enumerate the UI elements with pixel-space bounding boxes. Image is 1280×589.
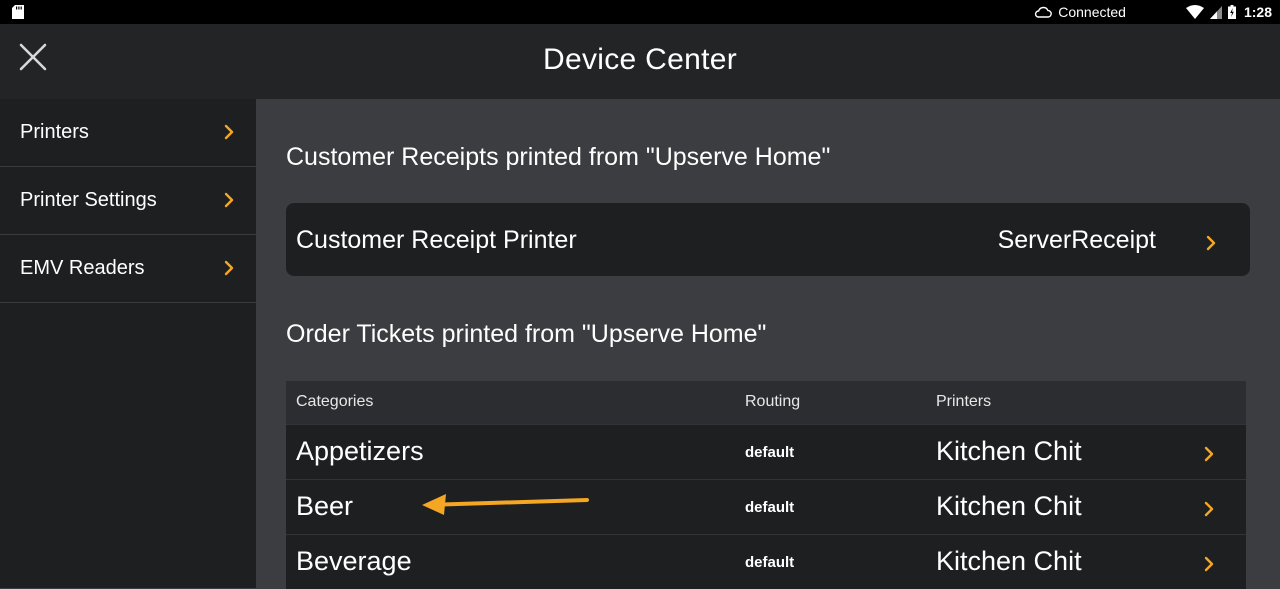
receipts-section-title: Customer Receipts printed from "Upserve … (286, 143, 831, 171)
table-row[interactable]: Appetizers default Kitchen Chit (286, 424, 1246, 479)
clock: 1:28 (1243, 4, 1272, 20)
battery-icon (1227, 5, 1236, 19)
chevron-right-icon (224, 260, 234, 276)
category-cell: Beverage (296, 546, 412, 576)
order-tickets-table: Categories Routing Printers Appetizers d… (286, 381, 1246, 589)
printer-cell: Kitchen Chit (936, 436, 1082, 466)
signal-icon (1209, 5, 1222, 19)
status-bar: Connected 1:28 (0, 0, 1280, 24)
app-header: Device Center (0, 24, 1280, 99)
printer-cell: Kitchen Chit (936, 546, 1082, 576)
column-header-printers: Printers (936, 393, 992, 410)
routing-cell: default (745, 499, 795, 516)
chevron-right-icon (224, 192, 234, 208)
routing-cell: default (745, 554, 795, 571)
tickets-section-title: Order Tickets printed from "Upserve Home… (286, 320, 767, 348)
routing-cell: default (745, 444, 795, 461)
sd-card-icon (12, 5, 24, 19)
main-content: Customer Receipts printed from "Upserve … (256, 99, 1280, 589)
sidebar-item-emv-readers[interactable]: EMV Readers (0, 235, 256, 303)
wifi-icon (1185, 5, 1204, 19)
sidebar-item-label: Printer Settings (20, 189, 157, 211)
sidebar-item-label: EMV Readers (20, 257, 145, 279)
chevron-right-icon (1206, 235, 1216, 251)
receipt-printer-value: ServerReceipt (997, 226, 1156, 254)
printer-cell: Kitchen Chit (936, 491, 1082, 521)
category-cell: Appetizers (296, 436, 424, 466)
sidebar: Printers Printer Settings EMV Readers (0, 99, 256, 588)
chevron-right-icon (1204, 446, 1214, 462)
chevron-right-icon (1204, 501, 1214, 517)
annotation-arrow-icon (422, 494, 589, 515)
sidebar-item-printers[interactable]: Printers (0, 99, 256, 167)
page-title: Device Center (543, 43, 737, 76)
customer-receipt-printer-row[interactable]: Customer Receipt Printer ServerReceipt (286, 203, 1250, 276)
connection-status: Connected (1058, 4, 1126, 20)
chevron-right-icon (1204, 556, 1214, 572)
cloud-icon (1035, 6, 1053, 18)
column-header-routing: Routing (745, 393, 801, 410)
sidebar-item-printer-settings[interactable]: Printer Settings (0, 167, 256, 235)
table-row[interactable]: Beverage default Kitchen Chit (286, 534, 1246, 589)
category-cell: Beer (296, 491, 354, 521)
table-header: Categories Routing Printers (286, 381, 1246, 424)
chevron-right-icon (224, 124, 234, 140)
receipt-printer-label: Customer Receipt Printer (296, 226, 577, 254)
sidebar-item-label: Printers (20, 121, 89, 143)
column-header-categories: Categories (296, 393, 374, 410)
